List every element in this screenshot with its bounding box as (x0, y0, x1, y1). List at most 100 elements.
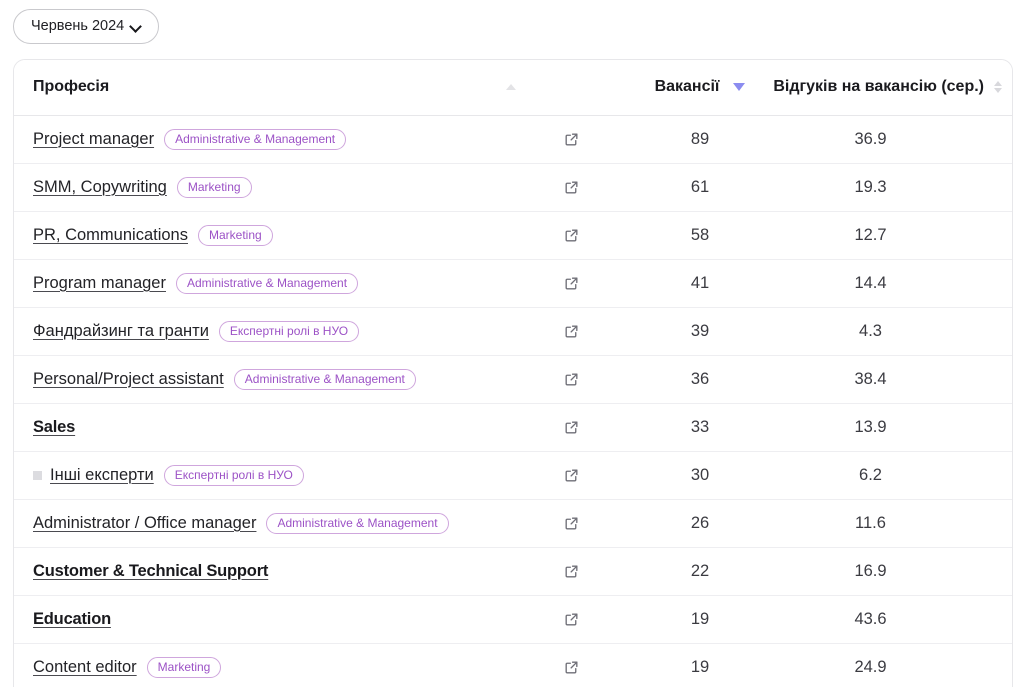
column-header-vacancies[interactable]: Вакансії (634, 60, 770, 116)
cell-vacancies: 58 (634, 211, 770, 260)
cell-vacancies: 41 (634, 259, 770, 308)
external-link-cell-content (522, 500, 634, 547)
external-link-cell-content (522, 212, 634, 259)
external-link-cell-content (522, 548, 634, 595)
table-row: Фандрайзинг та гранти Експертні ролі в НУ… (14, 307, 1012, 356)
external-link-icon[interactable] (563, 227, 580, 244)
cell-responses-per-vacancy: 24.9 (770, 643, 1012, 687)
category-badge: Marketing (176, 176, 252, 198)
profession-link[interactable]: Інші експерти (50, 466, 154, 485)
cell-profession: SMM, Copywriting Marketing (14, 163, 522, 212)
column-header-responses[interactable]: Відгуків на вакансію (сер.) (770, 60, 1012, 116)
profession-link[interactable]: Administrator / Office manager (33, 514, 256, 533)
date-filter-label: Червень 2024 (31, 18, 125, 35)
cell-responses-per-vacancy: 14.4 (770, 259, 1012, 308)
table-body: Project manager Administrative & Manageme… (14, 115, 1012, 687)
cell-profession: Customer & Technical Support (14, 547, 522, 596)
table-row: Sales 33 13.9 (14, 403, 1012, 452)
column-header-link (522, 60, 634, 116)
profession-cell-content: Content editor Marketing (14, 644, 522, 687)
profession-link[interactable]: Customer & Technical Support (33, 562, 268, 581)
cell-profession: Project manager Administrative & Manageme… (14, 115, 522, 164)
profession-link[interactable]: PR, Communications (33, 226, 188, 245)
toolbar: Червень 2024 (0, 0, 1024, 44)
cell-profession: PR, Communications Marketing (14, 211, 522, 260)
date-filter-button[interactable]: Червень 2024 (13, 9, 160, 44)
external-link-cell-content (522, 260, 634, 307)
table-header: Професія Вакансії Відгуків на вакансію (… (14, 60, 1012, 116)
table-row: SMM, Copywriting Marketing 61 19.3 (14, 163, 1012, 212)
cell-external-link (522, 451, 634, 500)
cell-responses-per-vacancy: 19.3 (770, 163, 1012, 212)
cell-external-link (522, 403, 634, 452)
profession-cell-content: Administrator / Office manager Administra… (14, 500, 522, 547)
cell-responses-per-vacancy: 4.3 (770, 307, 1012, 356)
cell-external-link (522, 547, 634, 596)
category-badge: Administrative & Management (175, 272, 359, 294)
external-link-icon[interactable] (563, 371, 580, 388)
cell-vacancies: 19 (634, 595, 770, 644)
external-link-icon[interactable] (563, 611, 580, 628)
external-link-icon[interactable] (563, 131, 580, 148)
sort-ascending-icon (506, 84, 516, 91)
sort-descending-active-icon (733, 83, 746, 92)
cell-vacancies: 30 (634, 451, 770, 500)
cell-profession: Sales (14, 403, 522, 452)
table-row: Project manager Administrative & Manageme… (14, 115, 1012, 164)
profession-link[interactable]: Фандрайзинг та гранти (33, 322, 209, 341)
professions-table: Професія Вакансії Відгуків на вакансію (… (14, 60, 1012, 687)
profession-link[interactable]: Sales (33, 418, 75, 437)
cell-profession: Education (14, 595, 522, 644)
profession-link[interactable]: SMM, Copywriting (33, 178, 167, 197)
external-link-icon[interactable] (563, 563, 580, 580)
header-row: Професія Вакансії Відгуків на вакансію (… (14, 60, 1012, 116)
column-header-profession[interactable]: Професія (14, 60, 522, 116)
category-badge: Administrative & Management (266, 512, 449, 534)
external-link-icon[interactable] (563, 515, 580, 532)
table-row: Administrator / Office manager Administra… (14, 499, 1012, 548)
cell-profession: Program manager Administrative & Manageme… (14, 259, 522, 308)
external-link-icon[interactable] (563, 323, 580, 340)
profession-cell-content: Personal/Project assistant Administrative… (14, 356, 522, 403)
external-link-icon[interactable] (563, 275, 580, 292)
external-link-cell-content (522, 452, 634, 499)
external-link-icon[interactable] (563, 467, 580, 484)
profession-cell-content: Project manager Administrative & Manageme… (14, 116, 522, 163)
table-row: Customer & Technical Support 22 16.9 (14, 547, 1012, 596)
cell-responses-per-vacancy: 43.6 (770, 595, 1012, 644)
cell-vacancies: 22 (634, 547, 770, 596)
cell-external-link (522, 115, 634, 164)
profession-cell-content: Education (14, 596, 522, 643)
profession-cell-content: Program manager Administrative & Manageme… (14, 260, 522, 307)
profession-link[interactable]: Content editor (33, 658, 137, 677)
cell-responses-per-vacancy: 16.9 (770, 547, 1012, 596)
cell-responses-per-vacancy: 11.6 (770, 499, 1012, 548)
cell-vacancies: 33 (634, 403, 770, 452)
cell-profession: Content editor Marketing (14, 643, 522, 687)
column-header-profession-label: Професія (33, 78, 110, 96)
external-link-icon[interactable] (563, 179, 580, 196)
profession-cell-content: Фандрайзинг та гранти Експертні ролі в НУ… (14, 308, 522, 355)
external-link-cell-content (522, 308, 634, 355)
profession-link[interactable]: Program manager (33, 274, 166, 293)
profession-cell-content: Customer & Technical Support (14, 548, 522, 595)
profession-link[interactable]: Education (33, 610, 111, 629)
external-link-icon[interactable] (563, 419, 580, 436)
table-row: Інші експерти Експертні ролі в НУО 30 6.2 (14, 451, 1012, 500)
profession-cell-content: Інші експерти Експертні ролі в НУО (14, 452, 522, 499)
cell-profession: Інші експерти Експертні ролі в НУО (14, 451, 522, 500)
table-row: Content editor Marketing 19 24.9 (14, 643, 1012, 687)
external-link-cell-content (522, 116, 634, 163)
cell-vacancies: 61 (634, 163, 770, 212)
external-link-icon[interactable] (563, 659, 580, 676)
table-row: Program manager Administrative & Manageme… (14, 259, 1012, 308)
external-link-cell-content (522, 644, 634, 687)
cell-profession: Personal/Project assistant Administrative… (14, 355, 522, 404)
profession-cell-content: SMM, Copywriting Marketing (14, 164, 522, 211)
profession-link[interactable]: Personal/Project assistant (33, 370, 224, 389)
missing-glyph-icon (33, 470, 42, 480)
profession-link[interactable]: Project manager (33, 130, 154, 149)
cell-external-link (522, 595, 634, 644)
profession-cell-content: Sales (14, 404, 522, 451)
cell-responses-per-vacancy: 38.4 (770, 355, 1012, 404)
